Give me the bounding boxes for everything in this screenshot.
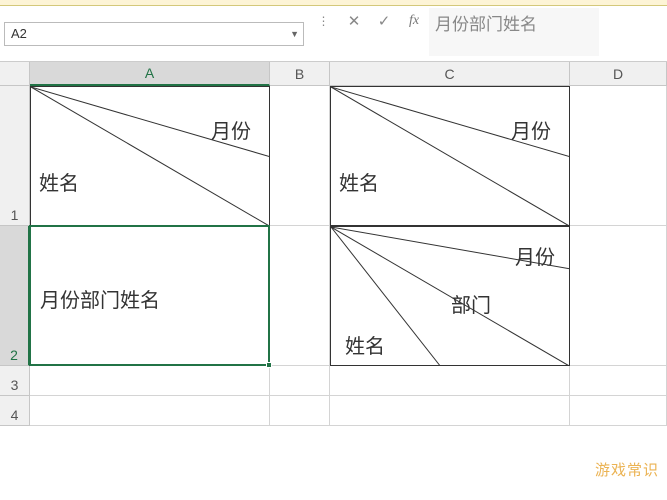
cell-b3[interactable]: [270, 366, 330, 396]
cell-b1[interactable]: [270, 86, 330, 226]
cell-c1-top-label: 月份: [511, 115, 551, 144]
row-header-4[interactable]: 4: [0, 396, 30, 426]
column-header-c[interactable]: C: [330, 62, 570, 86]
cell-b2[interactable]: [270, 226, 330, 366]
cell-a1-top-label: 月份: [211, 115, 251, 144]
cell-c2-mid-label: 部门: [451, 289, 491, 318]
cell-c2[interactable]: 月份 部门 姓名: [330, 226, 570, 366]
cell-c2-bottom-label: 姓名: [345, 330, 385, 359]
cell-c1-bottom-label: 姓名: [339, 167, 379, 196]
cell-a1[interactable]: 月份 姓名: [30, 86, 270, 226]
cell-c1[interactable]: 月份 姓名: [330, 86, 570, 226]
cancel-button[interactable]: ✕: [339, 10, 369, 32]
spreadsheet-grid[interactable]: ABCD 1234 月份 姓名 月份 姓名 月份部门姓名: [0, 62, 667, 500]
name-box-value: A2: [11, 26, 27, 41]
name-box[interactable]: A2 ▼: [4, 22, 304, 46]
confirm-button[interactable]: ✓: [369, 10, 399, 32]
cell-a3[interactable]: [30, 366, 270, 396]
cell-c4[interactable]: [330, 396, 570, 426]
formula-bar: A2 ▼ ⋮ ✕ ✓ fx 月份部门姓名: [0, 6, 667, 62]
row-header-3[interactable]: 3: [0, 366, 30, 396]
cell-a1-bottom-label: 姓名: [39, 167, 79, 196]
cell-d4[interactable]: [570, 396, 667, 426]
row-header-2[interactable]: 2: [0, 226, 30, 366]
column-header-d[interactable]: D: [570, 62, 667, 86]
row-header-1[interactable]: 1: [0, 86, 30, 226]
formula-input[interactable]: 月份部门姓名: [429, 8, 599, 56]
cell-d2[interactable]: [570, 226, 667, 366]
select-all-corner[interactable]: [0, 62, 30, 86]
dropdown-icon[interactable]: ▼: [290, 29, 299, 39]
cell-d1[interactable]: [570, 86, 667, 226]
cell-b4[interactable]: [270, 396, 330, 426]
cell-a4[interactable]: [30, 396, 270, 426]
column-header-b[interactable]: B: [270, 62, 330, 86]
cell-a2[interactable]: 月份部门姓名: [30, 226, 270, 366]
cell-c2-top-label: 月份: [515, 241, 555, 270]
fx-button[interactable]: fx: [399, 10, 429, 32]
expand-icon[interactable]: ⋮: [308, 10, 338, 32]
cell-c3[interactable]: [330, 366, 570, 396]
watermark: 游戏常识: [595, 459, 659, 480]
cell-d3[interactable]: [570, 366, 667, 396]
cell-a2-text: 月份部门姓名: [40, 284, 160, 313]
column-header-a[interactable]: A: [30, 62, 270, 86]
